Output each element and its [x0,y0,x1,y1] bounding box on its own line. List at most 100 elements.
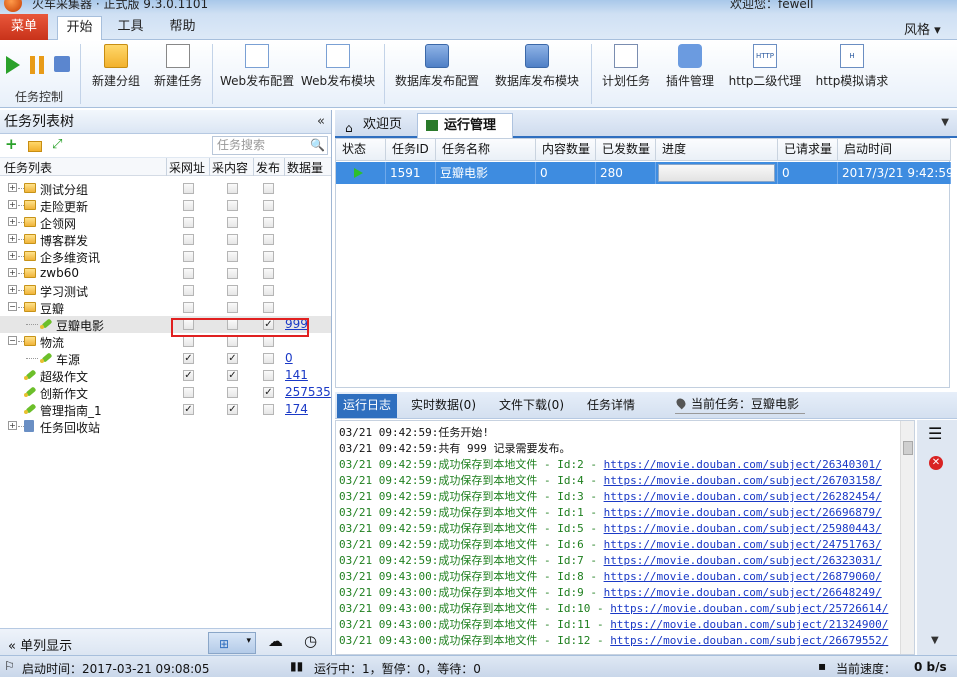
publish-checkbox[interactable] [263,387,274,398]
tree-node[interactable]: + zwb60 [0,265,331,282]
tree-node[interactable]: + 博客群发 [0,231,331,248]
col-task-name[interactable]: 任务名称 [436,139,536,161]
log-url-link[interactable]: https://movie.douban.com/subject/2664824… [604,586,882,599]
tab-welcome[interactable]: ⌂ 欢迎页 [337,113,411,138]
data-count-link[interactable]: 0 [285,351,293,365]
collect-url-checkbox[interactable] [183,234,194,245]
tab-list-dropdown-icon[interactable]: ▼ [941,117,949,128]
collect-url-checkbox[interactable] [183,336,194,347]
log-url-link[interactable]: https://movie.douban.com/subject/2132490… [610,618,888,631]
log-url-link[interactable]: https://movie.douban.com/subject/2670315… [604,474,882,487]
publish-checkbox[interactable] [263,217,274,228]
start-task-button[interactable] [6,56,20,74]
expand-node-icon[interactable]: + [8,200,17,209]
col-collect-content[interactable]: 采内容 [212,159,248,176]
search-icon[interactable]: 🔍 [310,137,325,154]
collect-url-checkbox[interactable] [183,183,194,194]
tree-node[interactable]: + 任务回收站 [0,418,331,435]
new-task-button[interactable]: 新建任务 [150,44,206,104]
publish-checkbox[interactable] [263,302,274,313]
collect-content-checkbox[interactable] [227,251,238,262]
collect-content-checkbox[interactable] [227,387,238,398]
stop-task-button[interactable] [54,56,70,72]
collect-content-checkbox[interactable] [227,200,238,211]
data-count-link[interactable]: 257535 [285,385,331,399]
collect-url-checkbox[interactable] [183,302,194,313]
web-publish-config-button[interactable]: Web发布配置 [220,44,294,104]
tab-help[interactable]: 帮助 [160,16,205,40]
collect-content-checkbox[interactable] [227,183,238,194]
tab-run-log[interactable]: 运行日志 [337,394,398,418]
tree-node[interactable]: 管理指南_1 174 [0,401,331,418]
cloud-download-icon[interactable]: ☁ [268,632,288,654]
publish-checkbox[interactable] [263,336,274,347]
clock-icon[interactable]: ◷ [304,632,324,654]
log-url-link[interactable]: https://movie.douban.com/subject/2687906… [604,570,882,583]
tree-node[interactable]: + 测试分组 [0,180,331,197]
publish-checkbox[interactable] [263,200,274,211]
collect-url-checkbox[interactable] [183,200,194,211]
log-url-link[interactable]: https://movie.douban.com/subject/2628245… [604,490,882,503]
collect-url-checkbox[interactable] [183,217,194,228]
log-url-link[interactable]: https://movie.douban.com/subject/2572661… [610,602,888,615]
db-publish-config-button[interactable]: 数据库发布配置 [392,44,482,104]
new-group-button[interactable]: 新建分组 [88,44,144,104]
expand-node-icon[interactable]: + [8,234,17,243]
http-proxy-button[interactable]: HTTP http二级代理 [724,44,806,104]
collect-content-checkbox[interactable] [227,234,238,245]
tree-node[interactable]: 超级作文 141 [0,367,331,384]
tree-node[interactable]: + 走险更新 [0,197,331,214]
publish-checkbox[interactable] [263,268,274,279]
collect-content-checkbox[interactable] [227,217,238,228]
expand-node-icon[interactable]: + [8,217,17,226]
collapse-node-icon[interactable]: − [8,302,17,311]
col-requested[interactable]: 已请求量 [778,139,838,161]
tree-node[interactable]: + 企多维资讯 [0,248,331,265]
publish-checkbox[interactable] [263,353,274,364]
publish-checkbox[interactable] [263,251,274,262]
collect-content-checkbox[interactable] [227,285,238,296]
col-collect-url[interactable]: 采网址 [169,159,205,176]
clear-log-icon[interactable]: ✕ [929,456,943,470]
task-search-input[interactable]: 任务搜索 🔍 [212,136,328,155]
style-dropdown[interactable]: 风格 ▾ [904,19,941,38]
collect-content-checkbox[interactable] [227,268,238,279]
publish-checkbox[interactable] [263,404,274,415]
tree-node[interactable]: + 学习测试 [0,282,331,299]
data-count-link[interactable]: 141 [285,368,308,382]
expand-node-icon[interactable]: + [8,421,17,430]
scroll-down-icon[interactable]: ▼ [931,635,939,646]
folder-add-icon[interactable] [28,141,42,152]
publish-checkbox[interactable] [263,183,274,194]
plugin-manager-button[interactable]: 插件管理 [662,44,718,104]
collect-content-checkbox[interactable] [227,302,238,313]
log-url-link[interactable]: https://movie.douban.com/subject/2669687… [604,506,882,519]
http-simulate-button[interactable]: H http模拟请求 [812,44,892,104]
collapse-panel-icon[interactable]: « [317,110,325,134]
col-task-id[interactable]: 任务ID [386,139,436,161]
log-url-link[interactable]: https://movie.douban.com/subject/2632303… [604,554,882,567]
tree-view-dropdown[interactable]: ⊞ ▾ [208,632,256,654]
tab-tools[interactable]: 工具 [108,16,153,40]
col-data-count[interactable]: 数据量 [287,159,323,176]
add-icon[interactable]: + [5,135,19,153]
data-count-link[interactable]: 174 [285,402,308,416]
web-publish-module-button[interactable]: Web发布模块 [300,44,376,104]
col-progress[interactable]: 进度 [656,139,778,161]
collect-url-checkbox[interactable] [183,404,194,415]
tab-start[interactable]: 开始 [57,16,102,41]
tab-run-management[interactable]: 运行管理 [417,113,513,138]
publish-checkbox[interactable] [263,370,274,381]
collect-content-checkbox[interactable] [227,336,238,347]
collect-url-checkbox[interactable] [183,387,194,398]
expand-node-icon[interactable]: + [8,285,17,294]
tab-task-detail[interactable]: 任务详情 [581,394,641,418]
single-column-toggle[interactable]: « 单列显示 [8,635,72,654]
col-task-list[interactable]: 任务列表 [4,159,52,176]
collect-content-checkbox[interactable] [227,353,238,364]
publish-checkbox[interactable] [263,285,274,296]
collect-url-checkbox[interactable] [183,285,194,296]
tree-node[interactable]: 创新作文 257535 [0,384,331,401]
expand-node-icon[interactable]: + [8,183,17,192]
log-url-link[interactable]: https://movie.douban.com/subject/2475176… [604,538,882,551]
